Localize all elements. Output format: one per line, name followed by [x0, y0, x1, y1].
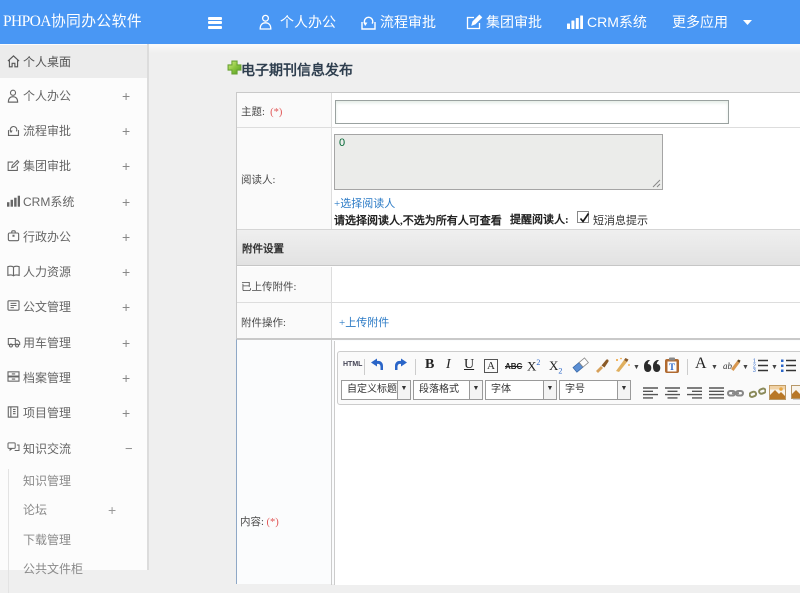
svg-text:3: 3 — [753, 368, 756, 372]
svg-text:ab: ab — [723, 361, 733, 371]
svg-text:T: T — [669, 362, 675, 372]
